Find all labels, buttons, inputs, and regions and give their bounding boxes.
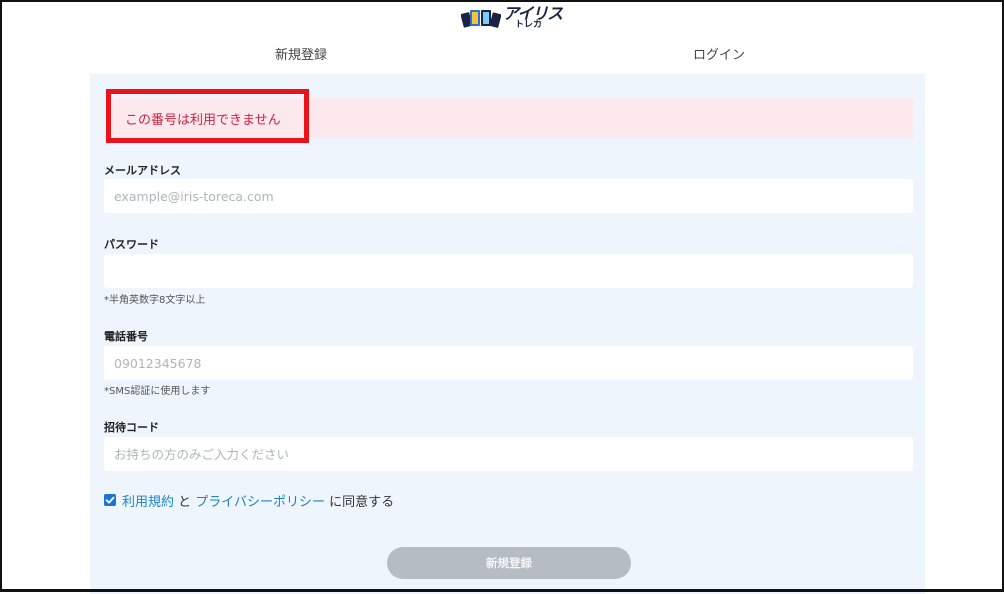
terms-link[interactable]: 利用規約 xyxy=(122,495,174,510)
phone-hint: *SMS認証に使用します xyxy=(104,386,211,397)
agreement-text: 利用規約 と プライバシーポリシー に同意する xyxy=(122,491,394,510)
registration-form: この番号は利用できません メールアドレス パスワード *半角英数字8文字以上 電… xyxy=(90,74,925,594)
logo-text-sub: トレカ xyxy=(515,20,543,30)
invite-code-input[interactable] xyxy=(104,437,913,471)
header: アイリス トレカ xyxy=(0,0,1004,36)
agreement-checkbox[interactable] xyxy=(104,494,116,506)
tab-register[interactable]: 新規登録 xyxy=(275,44,327,63)
password-label: パスワード xyxy=(104,238,159,251)
invite-code-label: 招待コード xyxy=(104,421,159,434)
phone-label: 電話番号 xyxy=(104,330,148,343)
agreement-suffix: に同意する xyxy=(325,495,395,510)
privacy-policy-link[interactable]: プライバシーポリシー xyxy=(195,495,325,510)
auth-tabs: 新規登録 ログイン xyxy=(90,44,925,72)
register-submit-button[interactable]: 新規登録 xyxy=(387,547,631,579)
error-alert: この番号は利用できません xyxy=(105,98,913,138)
tab-login[interactable]: ログイン xyxy=(693,44,745,63)
email-input[interactable] xyxy=(104,179,913,213)
agreement-connector: と xyxy=(174,495,196,510)
password-input[interactable] xyxy=(104,254,913,288)
brand-logo[interactable]: アイリス トレカ xyxy=(461,3,563,31)
cards-logo-icon xyxy=(461,8,501,30)
phone-input[interactable] xyxy=(104,346,913,380)
error-message: この番号は利用できません xyxy=(125,113,281,128)
password-hint: *半角英数字8文字以上 xyxy=(104,295,206,306)
email-label: メールアドレス xyxy=(104,164,181,177)
checkmark-icon xyxy=(105,496,115,504)
